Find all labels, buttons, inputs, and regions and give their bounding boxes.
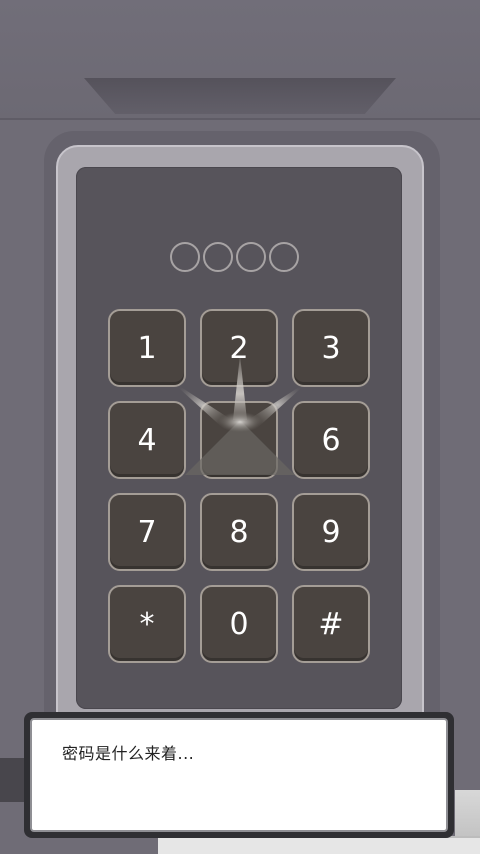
key-0[interactable]: 0 xyxy=(200,585,278,663)
floor-strip xyxy=(158,836,480,854)
wall-edge xyxy=(0,118,480,120)
key-1[interactable]: 1 xyxy=(108,309,186,387)
key-5[interactable]: 5 xyxy=(200,401,278,479)
dialog-box[interactable]: 密码是什么来着... xyxy=(30,718,448,832)
pin-dot-4 xyxy=(269,242,299,272)
dialog-text: 密码是什么来着... xyxy=(62,744,195,763)
pin-dot-3 xyxy=(236,242,266,272)
key-star[interactable]: * xyxy=(108,585,186,663)
key-4[interactable]: 4 xyxy=(108,401,186,479)
key-2[interactable]: 2 xyxy=(200,309,278,387)
key-hash[interactable]: # xyxy=(292,585,370,663)
pin-dot-1 xyxy=(170,242,200,272)
ceiling-vent xyxy=(84,78,396,114)
key-8[interactable]: 8 xyxy=(200,493,278,571)
key-9[interactable]: 9 xyxy=(292,493,370,571)
key-7[interactable]: 7 xyxy=(108,493,186,571)
pin-dot-2 xyxy=(203,242,233,272)
key-3[interactable]: 3 xyxy=(292,309,370,387)
key-6[interactable]: 6 xyxy=(292,401,370,479)
pin-indicator xyxy=(170,242,310,278)
